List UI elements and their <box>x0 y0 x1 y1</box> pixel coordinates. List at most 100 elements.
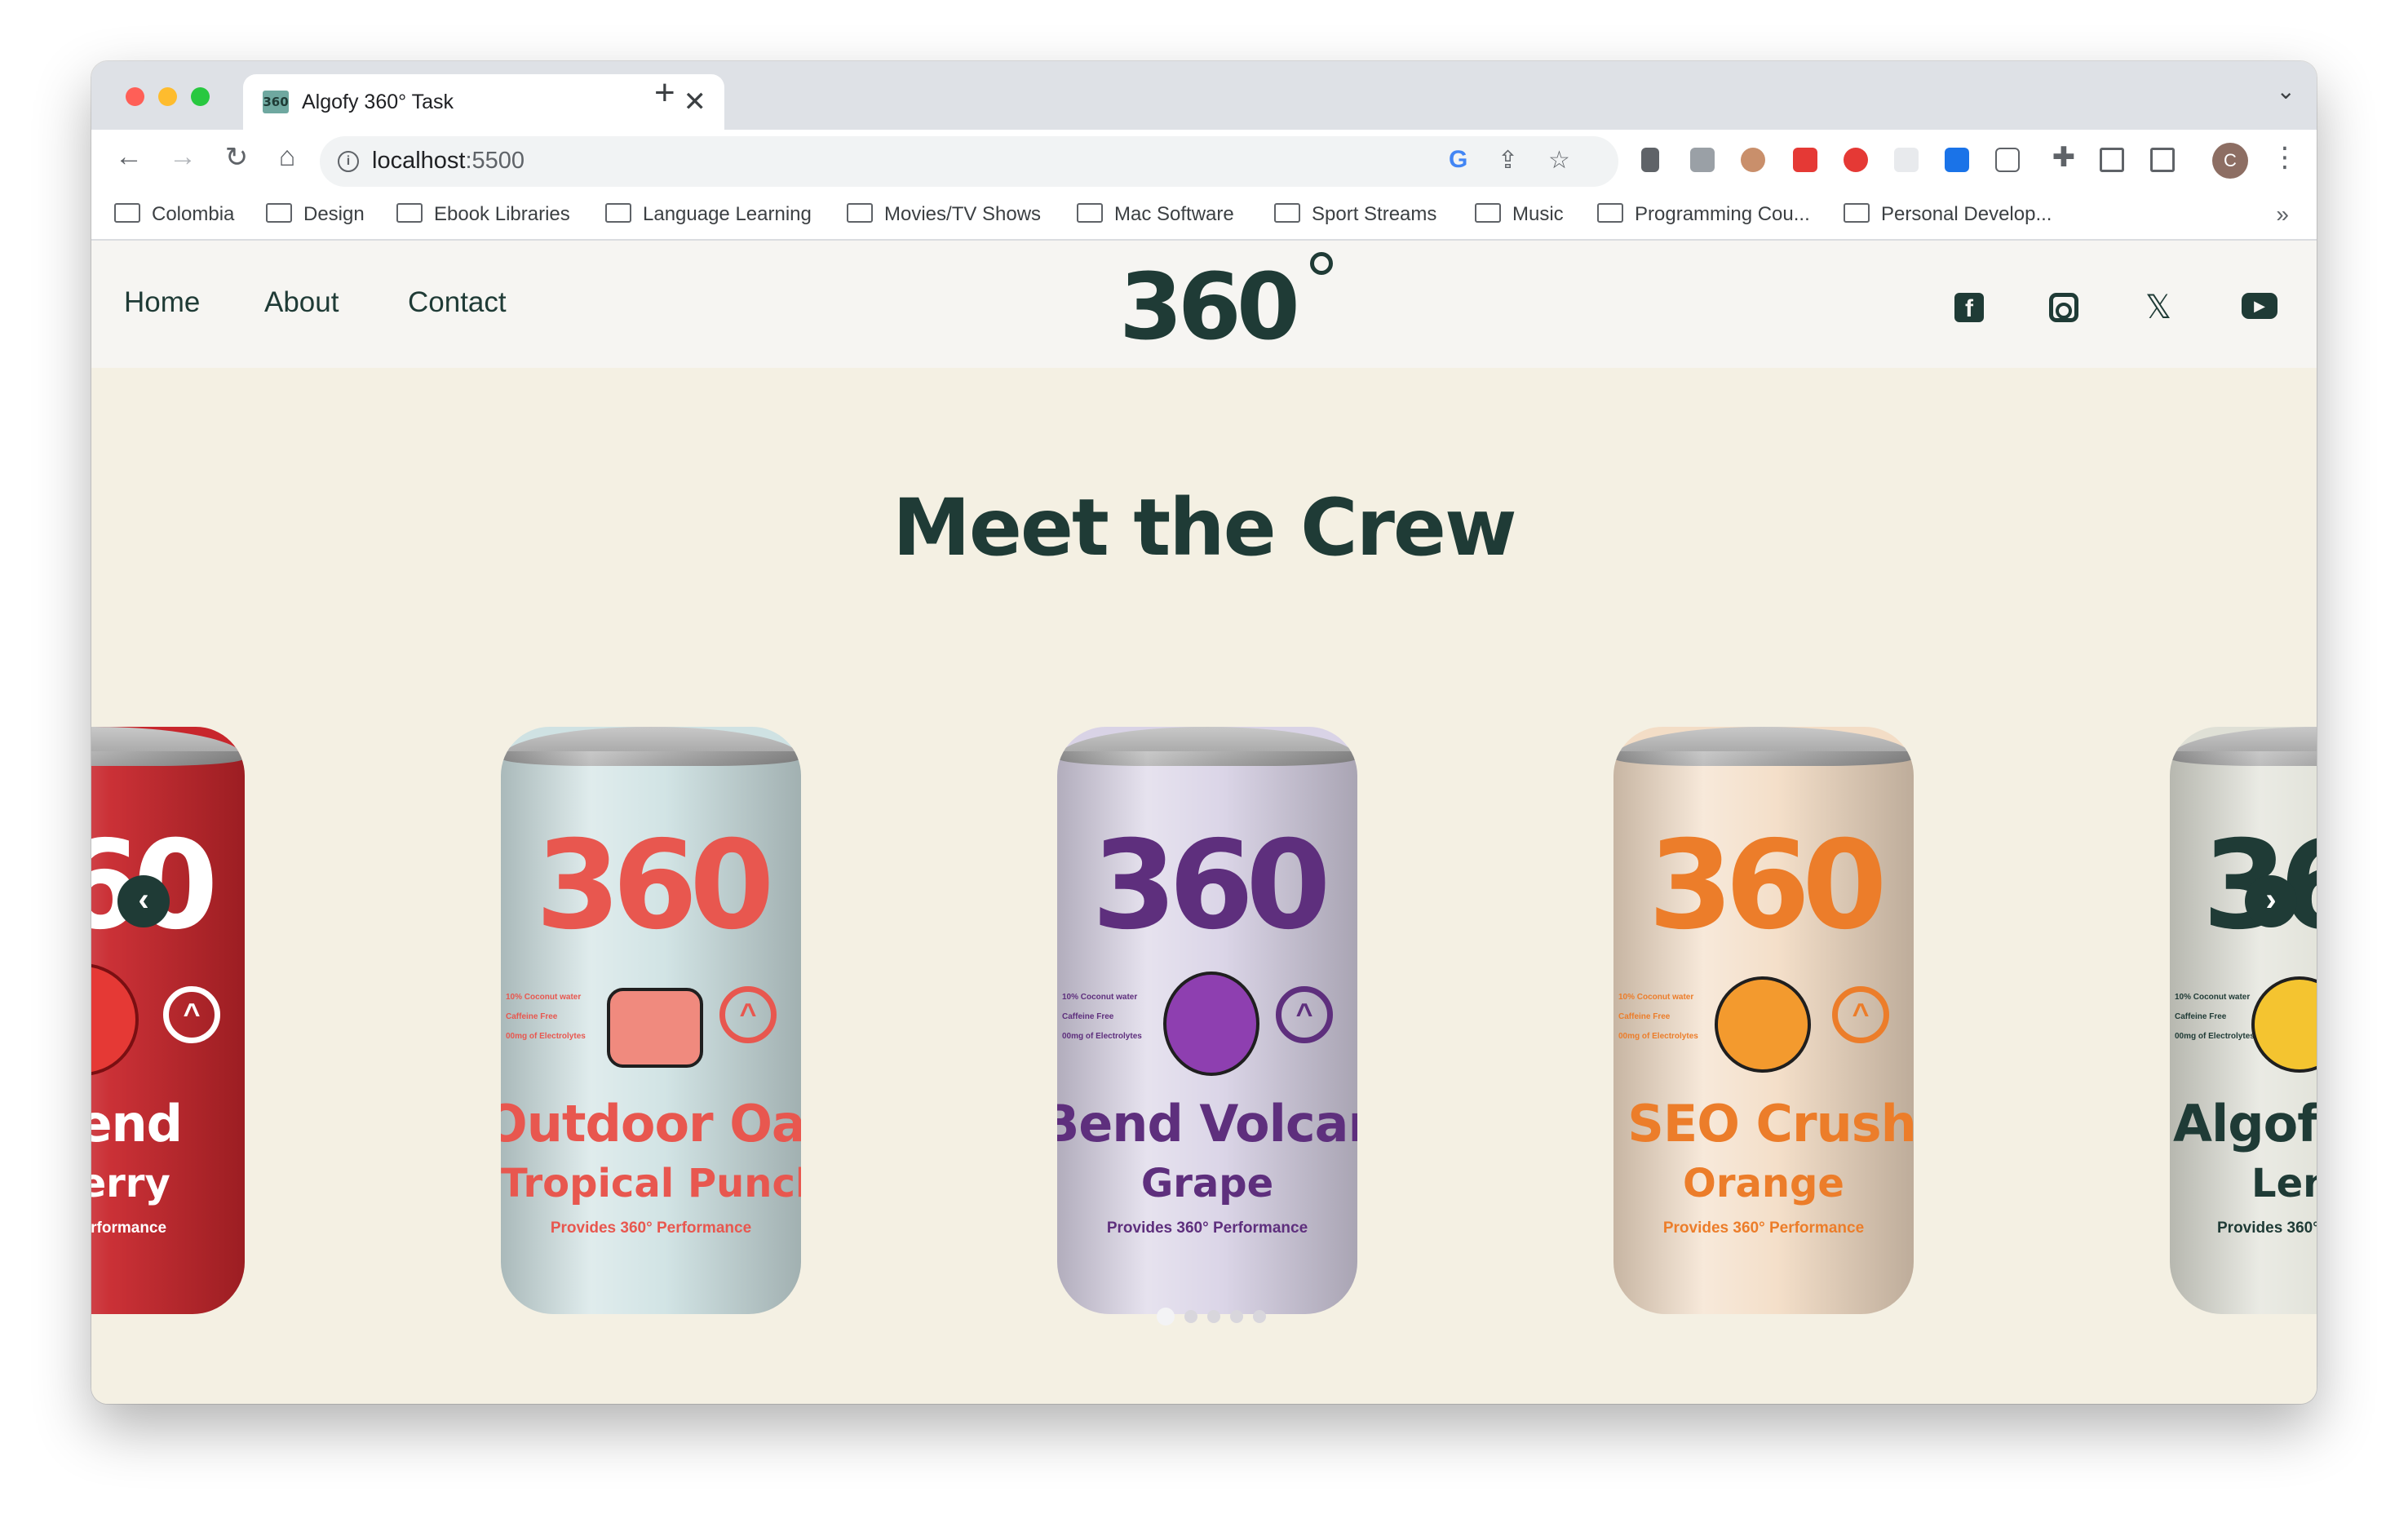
more-bookmarks-icon[interactable]: » <box>2276 201 2289 228</box>
bookmark-folder[interactable]: Language Learning <box>605 203 812 226</box>
carousel-dot[interactable] <box>1157 1308 1175 1326</box>
can-tagline: Provides 360° Performance <box>1662 1219 1865 1237</box>
youtube-icon[interactable]: ▶ <box>2242 293 2277 319</box>
share-icon[interactable]: ⇪ <box>1498 146 1518 175</box>
nav-about-link[interactable]: About <box>264 286 339 319</box>
google-lens-icon[interactable]: G <box>1449 146 1467 174</box>
browser-toolbar: ← → ↻ ⌂ i localhost:5500 G ⇪ ☆ ✚ C ⋮ <box>91 130 2317 193</box>
can-name: Outdoor Oasis <box>501 1094 801 1153</box>
favicon-icon: 360 <box>263 91 289 113</box>
folder-icon <box>266 203 292 223</box>
carousel-dot[interactable] <box>1184 1310 1197 1323</box>
minimize-window-button[interactable] <box>158 87 177 106</box>
bookmark-folder[interactable]: Personal Develop... <box>1844 203 2052 226</box>
carousel-dot[interactable] <box>1230 1310 1243 1323</box>
side-panel-icon[interactable] <box>2150 148 2175 172</box>
nav-home-link[interactable]: Home <box>124 286 200 319</box>
bookmark-folder[interactable]: Programming Cou... <box>1597 203 1810 226</box>
extension-adblock-icon[interactable] <box>1844 148 1868 172</box>
extension-pen-icon[interactable] <box>1641 148 1659 172</box>
carousel-dot[interactable] <box>1207 1310 1220 1323</box>
algofy-badge-icon: ^ <box>163 986 220 1043</box>
profile-avatar[interactable]: C <box>2212 143 2248 179</box>
extension-grid-icon[interactable] <box>1894 148 1919 172</box>
can-fact: 00mg of Electrolytes <box>2175 1032 2255 1041</box>
close-window-button[interactable] <box>126 87 144 106</box>
carousel-next-button[interactable]: › <box>2245 875 2297 927</box>
x-icon[interactable]: 𝕏 <box>2144 291 2173 324</box>
can-fact: 00mg of Electrolytes <box>1618 1032 1698 1041</box>
extension-shield-icon[interactable] <box>1945 148 1969 172</box>
browser-tab[interactable]: 360 Algofy 360° Task ✕ <box>243 74 724 130</box>
bookmark-folder[interactable]: Ebook Libraries <box>396 203 570 226</box>
tab-strip: 360 Algofy 360° Task ✕ + ⌄ <box>91 61 2317 130</box>
home-icon[interactable]: ⌂ <box>269 141 305 173</box>
extension-dislike-icon[interactable] <box>1793 148 1817 172</box>
can-logo: 360 <box>91 825 245 947</box>
extensions-puzzle-icon[interactable]: ✚ <box>2046 141 2082 174</box>
bookmarks-bar: Colombia Design Ebook Libraries Language… <box>91 193 2317 241</box>
folder-icon <box>605 203 631 223</box>
can-flavor: Tropical Punch <box>501 1161 801 1206</box>
folder-icon <box>396 203 423 223</box>
folder-icon <box>1597 203 1623 223</box>
algofy-badge-icon: ^ <box>1276 986 1333 1043</box>
instagram-icon[interactable] <box>2049 293 2078 322</box>
site-info-icon[interactable]: i <box>338 151 359 172</box>
can-fact: Caffeine Free <box>1618 1012 1671 1021</box>
page-title: Meet the Crew <box>892 482 1516 573</box>
back-icon[interactable]: ← <box>111 141 147 173</box>
product-can-strawberry[interactable]: 360 ^ Blend berry Performance <box>91 727 245 1314</box>
carousel-pagination <box>1157 1308 1276 1327</box>
logo-degree-mark <box>1310 252 1333 275</box>
bookmark-star-icon[interactable]: ☆ <box>1548 146 1570 175</box>
extension-camera-icon[interactable] <box>1690 148 1715 172</box>
can-fact: 10% Coconut water <box>1618 993 1694 1002</box>
bookmark-folder[interactable]: Sport Streams <box>1274 203 1436 226</box>
nav-contact-link[interactable]: Contact <box>408 286 507 319</box>
bookmark-folder[interactable]: Movies/TV Shows <box>847 203 1041 226</box>
product-can-grape[interactable]: 360 10% Coconut water Caffeine Free 00mg… <box>1057 727 1357 1314</box>
site-logo[interactable]: 360 <box>1119 259 1300 356</box>
folder-icon <box>847 203 873 223</box>
reload-icon[interactable]: ↻ <box>219 141 255 174</box>
browser-window: 360 Algofy 360° Task ✕ + ⌄ ← → ↻ ⌂ i loc… <box>91 61 2317 1404</box>
can-fact: 10% Coconut water <box>506 993 582 1002</box>
browser-menu-icon[interactable]: ⋮ <box>2271 141 2299 174</box>
hero-section: Meet the Crew 360 ^ Blend berry Performa… <box>91 368 2317 1404</box>
bookmark-folder[interactable]: Music <box>1475 203 1564 226</box>
can-tagline: Provides 360° <box>2217 1219 2317 1237</box>
tab-title: Algofy 360° Task <box>302 91 454 113</box>
address-bar[interactable]: i localhost:5500 G ⇪ ☆ <box>320 136 1618 187</box>
can-name: Blend <box>91 1094 183 1153</box>
carousel-dot[interactable] <box>1253 1310 1266 1323</box>
can-flavor: Len <box>2251 1161 2317 1206</box>
maximize-window-button[interactable] <box>191 87 210 106</box>
tab-search-icon[interactable]: ⌄ <box>2277 77 2295 104</box>
close-tab-icon[interactable]: ✕ <box>684 86 707 118</box>
facebook-icon[interactable]: f <box>1954 293 1984 322</box>
forward-icon[interactable]: → <box>165 141 201 173</box>
new-tab-icon[interactable]: + <box>654 73 675 113</box>
can-flavor: Orange <box>1683 1161 1844 1206</box>
can-fact: 10% Coconut water <box>1062 993 1138 1002</box>
cast-icon[interactable] <box>2100 148 2124 172</box>
palm-tree-fist-icon <box>607 988 703 1068</box>
extension-r-icon[interactable] <box>1995 148 2020 172</box>
product-can-lemon[interactable]: 360 10% Coconut water Caffeine Free 00mg… <box>2170 727 2317 1314</box>
carousel-prev-button[interactable]: ‹ <box>117 875 170 927</box>
bookmark-folder[interactable]: Colombia <box>114 203 234 226</box>
folder-icon <box>1274 203 1300 223</box>
bookmark-folder[interactable]: Design <box>266 203 365 226</box>
can-flavor: berry <box>91 1161 170 1206</box>
bookmark-folder[interactable]: Mac Software <box>1077 203 1234 226</box>
can-tagline: Provides 360° Performance <box>550 1219 752 1237</box>
product-can-orange[interactable]: 360 10% Coconut water Caffeine Free 00mg… <box>1613 727 1914 1314</box>
extension-face-icon[interactable] <box>1741 148 1765 172</box>
can-fact: 00mg of Electrolytes <box>506 1032 586 1041</box>
can-tagline: Performance <box>91 1219 167 1237</box>
folder-icon <box>1844 203 1870 223</box>
can-tagline: Provides 360° Performance <box>1106 1219 1308 1237</box>
product-can-tropical-punch[interactable]: 360 10% Coconut water Caffeine Free 00mg… <box>501 727 801 1314</box>
folder-icon <box>1077 203 1103 223</box>
